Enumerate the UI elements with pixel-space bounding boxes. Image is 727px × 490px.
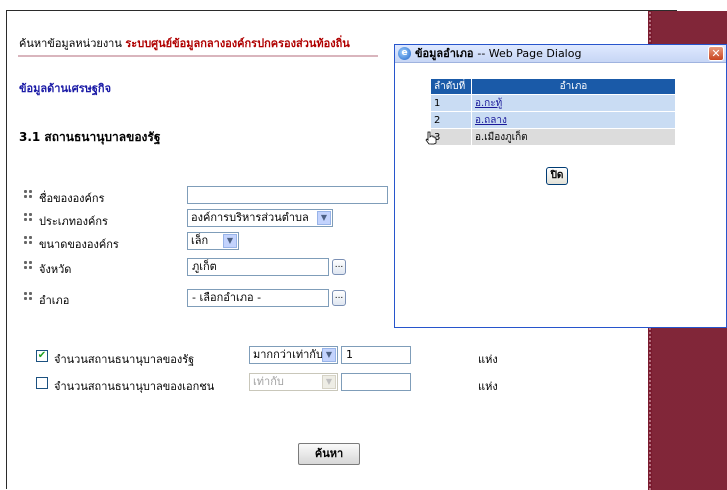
ellipsis-button-icon[interactable]: ... — [332, 259, 346, 275]
org-size-label: ขนาดขององค์กร — [39, 238, 119, 251]
table-row: 3 อ.เมืองภูเก็ต — [430, 128, 676, 146]
district-label: อำเภอ — [39, 294, 70, 307]
dialog-title-suffix: -- Web Page Dialog — [477, 47, 582, 60]
column-header-no: ลำดับที่ — [430, 78, 472, 95]
org-type-value: องค์การบริหารส่วนตำบล — [191, 211, 309, 224]
state-operator-value: มากกว่าเท่ากับ — [253, 348, 323, 361]
private-operator-value: เท่ากับ — [253, 375, 284, 388]
chevron-down-icon[interactable]: ▼ — [223, 234, 237, 248]
state-count-input[interactable]: 1 — [341, 346, 411, 364]
amphoe-name: อ.เมืองภูเก็ต — [471, 128, 676, 146]
dialog-title: ข้อมูลอำเภอ — [415, 47, 474, 60]
column-header-amphoe: อำเภอ — [471, 78, 676, 95]
private-pawnshop-checkbox[interactable] — [36, 377, 48, 389]
org-size-select[interactable]: เล็ก ▼ — [187, 232, 239, 250]
private-pawnshop-label: จำนวนสถานธนานุบาลของเอกชน — [54, 380, 215, 393]
row-no: 1 — [430, 94, 472, 112]
table-header-row: ลำดับที่ อำเภอ — [430, 78, 676, 95]
chevron-down-icon[interactable]: ▼ — [322, 348, 336, 362]
amphoe-table: ลำดับที่ อำเภอ 1 อ.กะทู้ 2 อ.ถลาง 3 อ.เม… — [430, 78, 676, 146]
amphoe-link[interactable]: อ.กะทู้ — [475, 98, 502, 109]
header-prefix: ค้นหาข้อมูลหน่วยงาน — [19, 37, 122, 50]
dotted-bullet-icon — [23, 235, 34, 246]
header-divider — [18, 55, 378, 57]
org-name-label: ชื่อขององค์กร — [39, 192, 105, 205]
province-field[interactable]: ภูเก็ต — [187, 258, 329, 276]
dotted-bullet-icon — [23, 189, 34, 200]
dotted-bullet-icon — [23, 291, 34, 302]
org-size-value: เล็ก — [191, 234, 209, 247]
org-name-input[interactable] — [187, 186, 388, 204]
chevron-down-icon[interactable]: ▼ — [322, 375, 336, 389]
amphoe-link[interactable]: อ.ถลาง — [475, 115, 507, 126]
table-row: 2 อ.ถลาง — [430, 111, 676, 129]
state-operator-select[interactable]: มากกว่าเท่ากับ ▼ — [249, 346, 338, 364]
state-pawnshop-label: จำนวนสถานธนานุบาลของรัฐ — [54, 353, 195, 366]
hand-cursor-icon — [425, 131, 437, 145]
private-operator-select[interactable]: เท่ากับ ▼ — [249, 373, 338, 391]
org-type-label: ประเภทองค์กร — [39, 215, 108, 228]
row-no: 2 — [430, 111, 472, 129]
private-unit: แห่ง — [478, 380, 498, 393]
state-pawnshop-checkbox[interactable]: ✔ — [36, 350, 48, 362]
close-dialog-button[interactable]: ปิด — [546, 167, 568, 185]
table-row: 1 อ.กะทู้ — [430, 94, 676, 112]
ellipsis-button-icon[interactable]: ... — [332, 290, 346, 306]
search-button[interactable]: ค้นหา — [298, 443, 360, 465]
section-category: ข้อมูลด้านเศรษฐกิจ — [19, 82, 112, 95]
dotted-bullet-icon — [23, 212, 34, 223]
org-type-select[interactable]: องค์การบริหารส่วนตำบล ▼ — [187, 209, 333, 227]
private-count-input[interactable] — [341, 373, 411, 391]
district-field[interactable]: - เลือกอำเภอ - — [187, 289, 329, 307]
header-system-name: ระบบศูนย์ข้อมูลกลางองค์กรปกครองส่วนท้องถ… — [125, 37, 350, 50]
dotted-bullet-icon — [23, 260, 34, 271]
close-icon[interactable]: ✕ — [708, 46, 724, 61]
amphoe-dialog: e ข้อมูลอำเภอ -- Web Page Dialog ✕ ลำดับ… — [394, 44, 727, 328]
chevron-down-icon[interactable]: ▼ — [317, 211, 331, 225]
dialog-titlebar: e ข้อมูลอำเภอ -- Web Page Dialog ✕ — [395, 45, 726, 63]
section-title: 3.1 สถานธนานุบาลของรัฐ — [19, 130, 161, 144]
page-header: ค้นหาข้อมูลหน่วยงาน ระบบศูนย์ข้อมูลกลางอ… — [19, 34, 350, 52]
province-label: จังหวัด — [39, 263, 72, 276]
ie-icon: e — [398, 47, 411, 60]
state-unit: แห่ง — [478, 353, 498, 366]
